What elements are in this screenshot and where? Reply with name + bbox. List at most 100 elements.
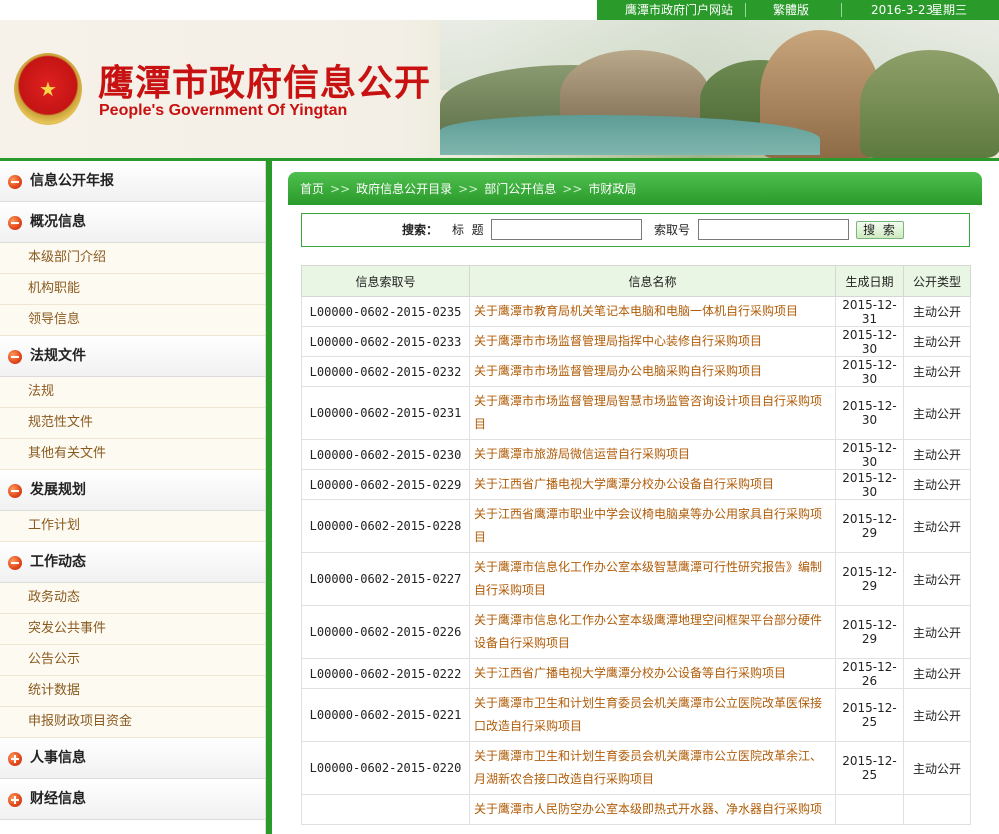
search-label: 搜索：	[402, 223, 439, 237]
info-date: 2015-12-30	[835, 356, 904, 387]
sidebar-item-label: 人事信息	[30, 750, 86, 766]
breadcrumb-link[interactable]: 政府信息公开目录	[356, 182, 452, 196]
sidebar-category[interactable]: 法规文件	[0, 336, 265, 377]
sidebar-category[interactable]: 人事信息	[0, 738, 265, 779]
info-title-link[interactable]: 关于鹰潭市信息化工作办公室本级智慧鹰潭可行性研究报告》编制自行采购项目	[469, 552, 836, 606]
sidebar-category[interactable]: 发展规划	[0, 470, 265, 511]
title-label: 标 题	[452, 223, 484, 237]
sidebar-item[interactable]: 机构职能	[0, 274, 265, 305]
sidebar-item[interactable]: 公告公示	[0, 645, 265, 676]
sidebar-item-label: 本级部门介绍	[28, 250, 107, 265]
info-date: 2015-12-25	[835, 688, 904, 742]
sidebar-item-label: 机构职能	[28, 281, 81, 296]
header-index-number: 信息索取号	[301, 265, 470, 297]
info-title-link[interactable]: 关于鹰潭市市场监督管理局办公电脑采购自行采购项目	[469, 356, 836, 387]
breadcrumb-separator: >>	[458, 182, 479, 196]
info-date: 2015-12-30	[835, 439, 904, 470]
top-bar-divider	[745, 3, 746, 17]
header-disclosure-type: 公开类型	[903, 265, 971, 297]
search-bar: 搜索： 标 题 索取号 搜 索	[301, 213, 970, 247]
info-disclosure-type: 主动公开	[903, 469, 971, 500]
main-content: 首页 >> 政府信息公开目录 >> 部门公开信息 >> 市财政局 搜索： 标 题 索取号 搜…	[288, 172, 982, 825]
sidebar-item[interactable]: 政务动态	[0, 583, 265, 614]
sidebar-category[interactable]: 概况信息	[0, 202, 265, 243]
sidebar-item[interactable]: 工作计划	[0, 511, 265, 542]
info-index-number: L00000-0602-2015-0232	[301, 356, 470, 387]
table-row: L00000-0602-2015-0227 关于鹰潭市信息化工作办公室本级智慧鹰潭…	[301, 552, 971, 606]
table-row: L00000-0602-2015-0229 关于江西省广播电视大学鹰潭分校办公设备…	[301, 469, 971, 500]
sidebar-item[interactable]: 规范性文件	[0, 408, 265, 439]
sidebar-item[interactable]: 法规	[0, 377, 265, 408]
info-index-number: L00000-0602-2015-0226	[301, 605, 470, 659]
index-number-input[interactable]	[698, 219, 849, 240]
breadcrumb-link[interactable]: 部门公开信息	[484, 182, 556, 196]
info-index-number: L00000-0602-2015-0228	[301, 499, 470, 553]
info-title-link[interactable]: 关于江西省广播电视大学鹰潭分校办公设备等自行采购项目	[469, 658, 836, 689]
table-row: L00000-0602-2015-0231 关于鹰潭市市场监督管理局智慧市场监管咨…	[301, 386, 971, 440]
info-index-number: L00000-0602-2015-0229	[301, 469, 470, 500]
expand-plus-icon	[8, 752, 22, 766]
info-date: 2015-12-31	[835, 296, 904, 327]
info-title-link[interactable]: 关于鹰潭市人民防空办公室本级即热式开水器、净水器自行采购项	[469, 794, 836, 825]
index-number-label: 索取号	[654, 223, 691, 237]
breadcrumb-separator: >>	[330, 182, 351, 196]
site-banner: ★ 鹰潭市政府信息公开 People's Government Of Yingt…	[0, 20, 999, 158]
title-search-input[interactable]	[491, 219, 642, 240]
breadcrumb-separator: >>	[562, 182, 583, 196]
info-title-link[interactable]: 关于鹰潭市卫生和计划生育委员会机关鹰潭市公立医院改革余江、月湖新农合接口改造自行…	[469, 741, 836, 795]
info-title-link[interactable]: 关于江西省鹰潭市职业中学会议椅电脑桌等办公用家具自行采购项目	[469, 499, 836, 553]
sidebar-item-label: 公告公示	[28, 652, 81, 667]
table-row: L00000-0602-2015-0228 关于江西省鹰潭市职业中学会议椅电脑桌等…	[301, 499, 971, 553]
info-disclosure-type	[903, 794, 971, 825]
sidebar-item-label: 法规文件	[30, 348, 86, 364]
sidebar-category[interactable]: 信息公开年报	[0, 161, 265, 202]
info-title-link[interactable]: 关于鹰潭市市场监督管理局智慧市场监管咨询设计项目自行采购项目	[469, 386, 836, 440]
table-row: L00000-0602-2015-0221 关于鹰潭市卫生和计划生育委员会机关鹰潭…	[301, 688, 971, 742]
info-title-link[interactable]: 关于鹰潭市旅游局微信运营自行采购项目	[469, 439, 836, 470]
portal-link[interactable]: 鹰潭市政府门户网站	[625, 0, 733, 20]
sidebar-item-label: 其他有关文件	[28, 446, 107, 461]
info-date	[835, 794, 904, 825]
sidebar-item-label: 发展规划	[30, 482, 86, 498]
collapse-minus-icon	[8, 216, 22, 230]
current-date: 2016-3-23	[871, 3, 934, 17]
info-index-number: L00000-0602-2015-0220	[301, 741, 470, 795]
info-disclosure-type: 主动公开	[903, 741, 971, 795]
info-title-link[interactable]: 关于鹰潭市卫生和计划生育委员会机关鹰潭市公立医院改革医保接口改造自行采购项目	[469, 688, 836, 742]
header-info-name: 信息名称	[469, 265, 836, 297]
breadcrumb-link[interactable]: 首页	[300, 182, 324, 196]
current-weekday: 星期三	[931, 3, 968, 17]
info-index-number: L00000-0602-2015-0221	[301, 688, 470, 742]
search-button[interactable]: 搜 索	[856, 221, 904, 239]
table-row: 关于鹰潭市人民防空办公室本级即热式开水器、净水器自行采购项	[301, 794, 971, 825]
sidebar-item[interactable]: 统计数据	[0, 676, 265, 707]
sidebar-category[interactable]: 工作动态	[0, 542, 265, 583]
table-row: L00000-0602-2015-0233 关于鹰潭市市场监督管理局指挥中心装修自…	[301, 326, 971, 357]
sidebar-item[interactable]: 领导信息	[0, 305, 265, 336]
info-disclosure-type: 主动公开	[903, 356, 971, 387]
info-title-link[interactable]: 关于鹰潭市信息化工作办公室本级鹰潭地理空间框架平台部分硬件设备自行采购项目	[469, 605, 836, 659]
sidebar-item[interactable]: 本级部门介绍	[0, 243, 265, 274]
sidebar-item[interactable]: 申报财政项目资金	[0, 707, 265, 738]
sidebar-item-label: 法规	[28, 384, 55, 399]
sidebar-item[interactable]: 其他有关文件	[0, 439, 265, 470]
sidebar-item[interactable]: 突发公共事件	[0, 614, 265, 645]
info-title-link[interactable]: 关于鹰潭市市场监督管理局指挥中心装修自行采购项目	[469, 326, 836, 357]
info-index-number: L00000-0602-2015-0230	[301, 439, 470, 470]
table-row: L00000-0602-2015-0235 关于鹰潭市教育局机关笔记本电脑和电脑一…	[301, 296, 971, 327]
info-date: 2015-12-30	[835, 326, 904, 357]
collapse-minus-icon	[8, 556, 22, 570]
traditional-chinese-link[interactable]: 繁體版	[773, 0, 809, 20]
sidebar-item-label: 统计数据	[28, 683, 81, 698]
sidebar-item-label: 工作动态	[30, 554, 86, 570]
sidebar-category[interactable]: 财经信息	[0, 779, 265, 820]
info-index-number: L00000-0602-2015-0222	[301, 658, 470, 689]
breadcrumb: 首页 >> 政府信息公开目录 >> 部门公开信息 >> 市财政局	[288, 172, 982, 205]
sidebar-item-label: 申报财政项目资金	[28, 714, 133, 729]
info-title-link[interactable]: 关于鹰潭市教育局机关笔记本电脑和电脑一体机自行采购项目	[469, 296, 836, 327]
breadcrumb-link[interactable]: 市财政局	[588, 182, 636, 196]
sidebar-item-label: 工作计划	[28, 518, 81, 533]
info-disclosure-type: 主动公开	[903, 658, 971, 689]
info-title-link[interactable]: 关于江西省广播电视大学鹰潭分校办公设备自行采购项目	[469, 469, 836, 500]
table-row: L00000-0602-2015-0222 关于江西省广播电视大学鹰潭分校办公设备…	[301, 658, 971, 689]
